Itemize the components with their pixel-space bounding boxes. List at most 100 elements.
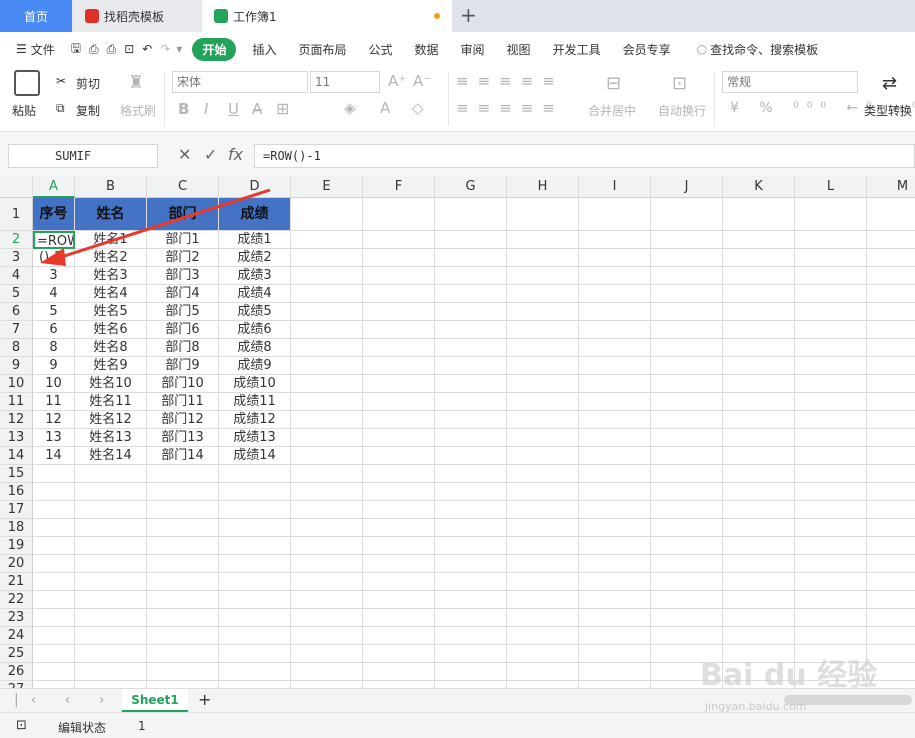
table-cell[interactable]: 部门6 <box>147 321 219 339</box>
table-cell[interactable] <box>651 447 723 465</box>
scissors-icon[interactable]: ✂ <box>56 74 66 88</box>
table-cell[interactable] <box>579 303 651 321</box>
row-header[interactable]: 24 <box>0 627 33 645</box>
macro-icon[interactable]: ⊡ <box>16 718 27 733</box>
table-cell[interactable] <box>507 198 579 231</box>
table-cell[interactable] <box>579 198 651 231</box>
table-cell[interactable] <box>33 519 75 537</box>
table-cell[interactable] <box>867 483 915 501</box>
table-cell[interactable] <box>363 339 435 357</box>
table-cell[interactable] <box>219 573 291 591</box>
table-cell[interactable] <box>795 285 867 303</box>
table-cell[interactable] <box>75 501 147 519</box>
italic-button[interactable]: I <box>204 100 208 118</box>
row-header[interactable]: 10 <box>0 375 33 393</box>
table-cell[interactable] <box>651 231 723 249</box>
row-header[interactable]: 1 <box>0 198 33 231</box>
table-cell[interactable] <box>75 483 147 501</box>
table-cell[interactable] <box>435 447 507 465</box>
table-cell[interactable] <box>219 537 291 555</box>
table-cell[interactable]: 姓名8 <box>75 339 147 357</box>
table-cell[interactable] <box>867 249 915 267</box>
table-cell[interactable]: 部门1 <box>147 231 219 249</box>
menu-file[interactable]: 文件 <box>31 41 55 58</box>
table-cell[interactable] <box>651 573 723 591</box>
table-cell[interactable] <box>579 663 651 681</box>
menu-data[interactable]: 数据 <box>415 41 439 58</box>
preview-icon[interactable]: ⊡ <box>124 42 134 56</box>
select-all-corner[interactable] <box>0 176 33 198</box>
row-header[interactable]: 20 <box>0 555 33 573</box>
table-cell[interactable] <box>363 537 435 555</box>
table-cell[interactable]: 部门12 <box>147 411 219 429</box>
row-header[interactable]: 12 <box>0 411 33 429</box>
table-cell[interactable] <box>795 627 867 645</box>
header-cell[interactable]: 序号 <box>33 198 75 231</box>
table-cell[interactable] <box>867 555 915 573</box>
row-header[interactable]: 18 <box>0 519 33 537</box>
column-header[interactable]: L <box>795 176 867 198</box>
table-cell[interactable] <box>291 321 363 339</box>
table-cell[interactable] <box>579 393 651 411</box>
table-cell[interactable] <box>795 537 867 555</box>
table-cell[interactable] <box>363 681 435 688</box>
row-header[interactable]: 4 <box>0 267 33 285</box>
table-cell[interactable] <box>75 573 147 591</box>
table-cell[interactable] <box>579 573 651 591</box>
paste-button[interactable]: 粘贴 <box>12 102 36 119</box>
column-header[interactable]: H <box>507 176 579 198</box>
table-cell[interactable] <box>795 573 867 591</box>
table-cell[interactable]: 部门5 <box>147 303 219 321</box>
table-cell[interactable] <box>651 249 723 267</box>
table-cell[interactable] <box>363 663 435 681</box>
table-cell[interactable] <box>795 555 867 573</box>
table-cell[interactable] <box>579 429 651 447</box>
table-cell[interactable] <box>723 537 795 555</box>
table-cell[interactable] <box>795 501 867 519</box>
table-cell[interactable] <box>435 411 507 429</box>
table-cell[interactable] <box>795 339 867 357</box>
table-cell[interactable] <box>291 339 363 357</box>
align-left-icons[interactable]: ≡≡≡≡≡ <box>456 99 564 117</box>
table-cell[interactable] <box>363 591 435 609</box>
row-header[interactable]: 13 <box>0 429 33 447</box>
table-cell[interactable] <box>579 483 651 501</box>
convert-icon[interactable]: ⇄ <box>882 73 897 94</box>
table-cell[interactable] <box>363 465 435 483</box>
table-cell[interactable] <box>867 321 915 339</box>
table-cell[interactable] <box>363 321 435 339</box>
table-cell[interactable]: 成绩10 <box>219 375 291 393</box>
table-cell[interactable] <box>75 681 147 688</box>
table-cell[interactable] <box>147 483 219 501</box>
row-header[interactable]: 6 <box>0 303 33 321</box>
table-cell[interactable] <box>147 537 219 555</box>
row-header[interactable]: 19 <box>0 537 33 555</box>
table-cell[interactable] <box>33 609 75 627</box>
table-cell[interactable] <box>435 393 507 411</box>
table-cell[interactable] <box>579 555 651 573</box>
table-cell[interactable] <box>507 501 579 519</box>
export-icon[interactable]: ⎙ <box>89 42 99 57</box>
table-cell[interactable]: 成绩8 <box>219 339 291 357</box>
column-header[interactable]: E <box>291 176 363 198</box>
table-cell[interactable] <box>867 501 915 519</box>
edit-cell-overflow[interactable]: ()-1 <box>33 249 75 267</box>
column-header[interactable]: M <box>867 176 915 198</box>
table-cell[interactable] <box>795 393 867 411</box>
table-cell[interactable] <box>291 231 363 249</box>
table-cell[interactable] <box>651 591 723 609</box>
table-cell[interactable]: 13 <box>33 429 75 447</box>
table-cell[interactable] <box>723 501 795 519</box>
table-cell[interactable]: 9 <box>33 357 75 375</box>
table-cell[interactable] <box>291 447 363 465</box>
table-cell[interactable]: 姓名3 <box>75 267 147 285</box>
row-header[interactable]: 9 <box>0 357 33 375</box>
table-cell[interactable]: 部门10 <box>147 375 219 393</box>
table-cell[interactable] <box>651 429 723 447</box>
table-cell[interactable] <box>435 681 507 688</box>
table-cell[interactable] <box>363 483 435 501</box>
table-cell[interactable] <box>291 627 363 645</box>
column-header[interactable]: K <box>723 176 795 198</box>
table-cell[interactable] <box>579 249 651 267</box>
table-cell[interactable] <box>291 519 363 537</box>
